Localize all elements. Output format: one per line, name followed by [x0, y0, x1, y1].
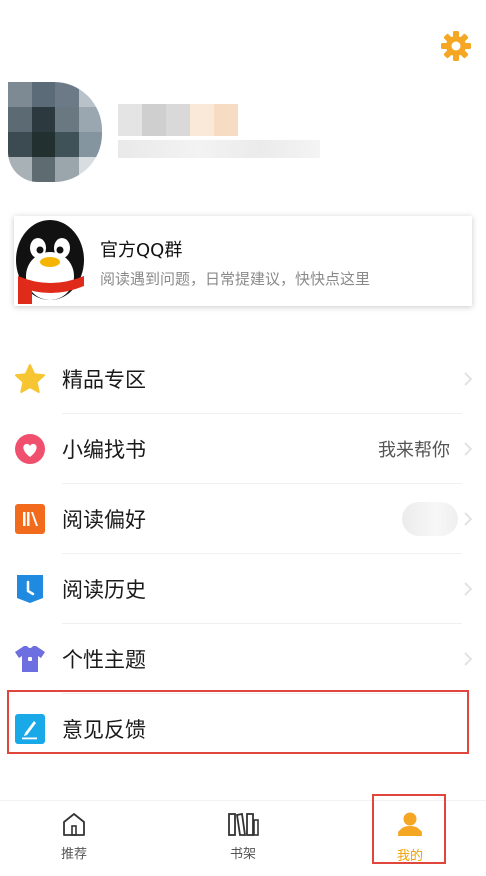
menu-item-label: 阅读偏好: [62, 508, 146, 532]
tab-recommend[interactable]: 推荐: [29, 811, 119, 862]
qq-card-title: 官方QQ群: [100, 240, 183, 261]
tab-label: 推荐: [60, 847, 87, 862]
menu-item-premium-zone[interactable]: 精品专区: [0, 344, 486, 414]
preference-toggle-blurred[interactable]: [402, 502, 458, 536]
chevron-right-icon: [464, 582, 472, 596]
chevron-right-icon: [464, 442, 472, 456]
qq-penguin-icon: [14, 216, 90, 306]
qq-card-subtitle: 阅读遇到问题，日常提建议，快快点这里: [100, 270, 371, 288]
highlight-box: [7, 690, 469, 754]
menu-item-editor-find-book[interactable]: 小编找书 我来帮你: [0, 414, 486, 484]
gear-icon[interactable]: [440, 30, 472, 62]
books-icon: [14, 503, 46, 535]
menu-item-theme[interactable]: 个性主题: [0, 624, 486, 694]
bookmark-icon: [14, 573, 46, 605]
highlight-box: [372, 794, 446, 864]
avatar[interactable]: [8, 82, 102, 182]
menu-item-reading-history[interactable]: 阅读历史: [0, 554, 486, 624]
chevron-right-icon: [464, 512, 472, 526]
menu-item-label: 个性主题: [62, 648, 146, 672]
tab-label: 书架: [229, 847, 256, 862]
tab-bookshelf[interactable]: 书架: [198, 811, 288, 862]
chevron-right-icon: [464, 372, 472, 386]
bookshelf-icon: [228, 812, 259, 836]
user-name-blurred: [118, 104, 320, 158]
chevron-right-icon: [464, 652, 472, 666]
menu-item-label: 小编找书: [62, 438, 146, 462]
menu-item-label: 精品专区: [62, 368, 146, 392]
star-icon: [14, 363, 46, 395]
menu-item-reading-preference[interactable]: 阅读偏好: [0, 484, 486, 554]
home-icon: [63, 813, 85, 836]
menu-item-label: 阅读历史: [62, 578, 146, 602]
qq-group-card[interactable]: 官方QQ群 阅读遇到问题，日常提建议，快快点这里: [14, 216, 472, 306]
menu-item-value: 我来帮你: [378, 440, 450, 461]
heart-icon: [14, 433, 46, 465]
tshirt-icon: [14, 643, 46, 675]
